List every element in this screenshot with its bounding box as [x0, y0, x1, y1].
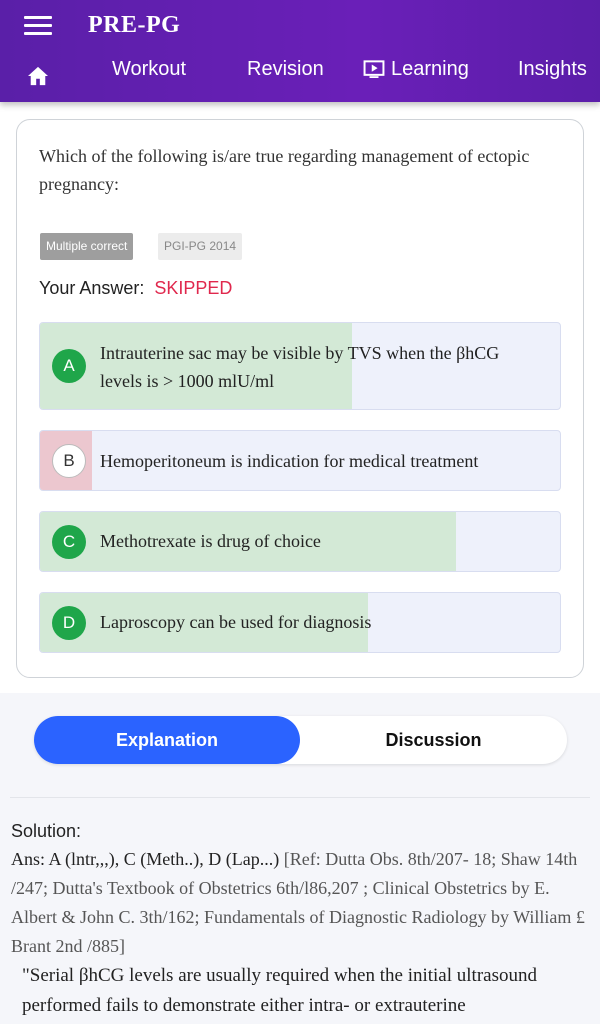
tab-explanation[interactable]: Explanation: [34, 716, 300, 764]
your-answer-value: SKIPPED: [154, 278, 233, 298]
nav-learning[interactable]: Learning: [363, 58, 469, 81]
nav-workout[interactable]: Workout: [112, 58, 186, 81]
option-a[interactable]: A Intrauterine sac may be visible by TVS…: [39, 322, 561, 410]
solution-quote: "Serial βhCG levels are usually required…: [22, 965, 537, 1016]
option-d-letter-badge: D: [52, 606, 86, 640]
section-divider: [10, 797, 590, 798]
option-b-text: Hemoperitoneum is indication for medical…: [100, 451, 479, 471]
your-answer-label: Your Answer:: [39, 278, 145, 298]
explanation-discussion-toggle: Explanation Discussion: [34, 716, 567, 764]
question-card: Which of the following is/are true regar…: [16, 119, 584, 678]
app-bar: PRE-PG Workout Revision Learning Insight…: [0, 0, 600, 102]
option-c-letter-badge: C: [52, 525, 86, 559]
nav-revision[interactable]: Revision: [247, 58, 324, 81]
option-b-letter-badge: B: [52, 444, 86, 478]
question-source-tag: PGI-PG 2014: [158, 233, 243, 260]
solution-title: Solution:: [11, 821, 82, 841]
question-text: Which of the following is/are true regar…: [39, 146, 530, 194]
option-b[interactable]: B Hemoperitoneum is indication for medic…: [39, 430, 561, 491]
play-screen-icon: [363, 60, 385, 78]
option-d-text: Laproscopy can be used for diagnosis: [100, 612, 372, 632]
option-a-text: Intrauterine sac may be visible by TVS w…: [100, 343, 500, 391]
option-a-letter-badge: A: [52, 349, 86, 383]
tab-discussion[interactable]: Discussion: [300, 716, 567, 764]
solution-answer: Ans: A (lntr,,,), C (Meth..), D (Lap...): [11, 849, 280, 869]
nav-learning-label: Learning: [391, 58, 469, 80]
your-answer-row: Your Answer: SKIPPED: [39, 278, 232, 299]
explanation-section: Explanation Discussion Solution: Ans: A …: [0, 693, 600, 1024]
nav-insights[interactable]: Insights: [518, 58, 587, 81]
option-d[interactable]: D Laproscopy can be used for diagnosis: [39, 592, 561, 653]
option-c-text: Methotrexate is drug of choice: [100, 531, 321, 551]
app-title: PRE-PG: [88, 12, 181, 38]
menu-icon[interactable]: [24, 16, 52, 38]
question-type-tag: Multiple correct: [40, 233, 134, 260]
option-c[interactable]: C Methotrexate is drug of choice: [39, 511, 561, 572]
nav-bar: Workout Revision Learning Insights: [0, 58, 600, 94]
home-icon[interactable]: [27, 66, 49, 86]
solution-body: Ans: A (lntr,,,), C (Meth..), D (Lap...)…: [11, 845, 586, 961]
